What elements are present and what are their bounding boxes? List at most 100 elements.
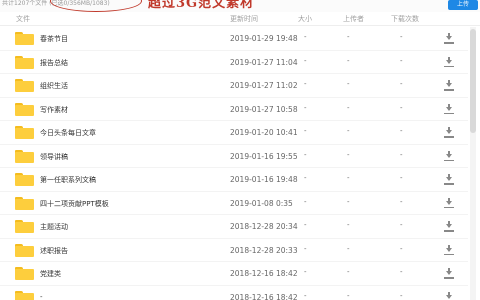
- file-time: 2018-12-28 20:33: [230, 245, 298, 255]
- file-uploader: -: [347, 268, 350, 276]
- table-row[interactable]: 写作素材 2019-01-27 10:58- - -: [0, 98, 468, 121]
- file-size: -: [304, 291, 307, 300]
- folder-icon: [15, 290, 34, 300]
- download-icon[interactable]: [444, 221, 454, 232]
- table-row[interactable]: 今日头条每日文章 2019-01-20 10:41- - -: [0, 121, 468, 145]
- file-downloads: -: [400, 33, 403, 41]
- file-size: -: [304, 268, 307, 276]
- column-header-uploader[interactable]: 上传者: [343, 14, 364, 24]
- table-row[interactable]: 第一任职系列文稿 2019-01-16 19:48- - -: [0, 168, 468, 192]
- scrollbar-thumb[interactable]: [470, 29, 476, 133]
- file-uploader: -: [347, 56, 350, 65]
- file-name[interactable]: 春茶节目: [40, 34, 68, 44]
- file-size: -: [304, 197, 307, 206]
- table-row[interactable]: 主题活动 2018-12-28 20:34- - -: [0, 215, 468, 239]
- folder-icon: [15, 196, 34, 210]
- file-downloads: -: [400, 127, 403, 135]
- file-downloads: -: [400, 56, 403, 65]
- table-row[interactable]: 四十二项贡献PPT模板 2019-01-08 0:35 - - -: [0, 192, 468, 215]
- column-header-downloads[interactable]: 下载次数: [391, 14, 419, 24]
- folder-icon: [15, 79, 34, 92]
- table-header: 文件 更新时间 大小 上传者 下载次数: [0, 12, 480, 26]
- file-name[interactable]: 党建类: [40, 269, 61, 279]
- download-icon[interactable]: [444, 127, 454, 138]
- file-downloads: -: [400, 150, 403, 159]
- download-icon[interactable]: [444, 197, 454, 209]
- folder-icon: [15, 243, 34, 257]
- file-uploader: -: [347, 221, 350, 229]
- table-row[interactable]: 组织生活 2019-01-27 11:02- - -: [0, 74, 468, 98]
- file-downloads: -: [400, 268, 403, 276]
- file-name[interactable]: -: [40, 293, 43, 300]
- file-uploader: -: [347, 291, 350, 300]
- table-row[interactable]: 党建类 2018-12-16 18:42- - -: [0, 262, 468, 286]
- file-uploader: -: [347, 33, 350, 41]
- column-header-file[interactable]: 文件: [16, 14, 30, 24]
- file-time: 2019-01-16 19:55: [230, 151, 298, 161]
- file-size: -: [304, 103, 307, 112]
- file-time: 2019-01-08 0:35: [230, 198, 293, 208]
- table-row[interactable]: 述职报告 2018-12-28 20:33- - -: [0, 239, 468, 262]
- file-uploader: -: [347, 127, 350, 135]
- download-icon[interactable]: [444, 291, 454, 300]
- folder-icon: [15, 173, 34, 186]
- table-row[interactable]: 报告总结 2019-01-27 11:04- - -: [0, 51, 468, 74]
- file-time: 2018-12-28 20:34: [230, 222, 298, 231]
- download-icon[interactable]: [444, 150, 454, 162]
- file-name[interactable]: 组织生活: [40, 81, 68, 91]
- file-name[interactable]: 主题活动: [40, 222, 68, 232]
- scrollbar[interactable]: [470, 27, 476, 300]
- download-icon[interactable]: [444, 268, 454, 279]
- file-size: -: [304, 80, 307, 88]
- file-uploader: -: [347, 103, 350, 112]
- file-time: 2019-01-27 11:04: [230, 57, 298, 67]
- download-icon[interactable]: [444, 244, 454, 256]
- file-uploader: -: [347, 244, 350, 253]
- file-time: 2019-01-27 11:02: [230, 81, 298, 90]
- file-size: -: [304, 174, 307, 182]
- column-header-size[interactable]: 大小: [298, 14, 312, 24]
- download-icon[interactable]: [444, 56, 454, 68]
- file-name[interactable]: 第一任职系列文稿: [40, 175, 96, 185]
- file-name[interactable]: 今日头条每日文章: [40, 128, 96, 138]
- folder-icon: [15, 267, 34, 280]
- folder-icon: [15, 149, 34, 163]
- file-size: -: [304, 150, 307, 159]
- folder-icon: [15, 126, 34, 139]
- table-row[interactable]: -2018-12-16 18:42- - -: [0, 286, 468, 300]
- file-downloads: -: [400, 221, 403, 229]
- file-time: 2019-01-27 10:58: [230, 104, 298, 114]
- file-name[interactable]: 报告总结: [40, 58, 68, 68]
- file-downloads: -: [400, 291, 403, 300]
- file-uploader: -: [347, 80, 350, 88]
- file-list: 春茶节目 2019-01-29 19:48 - - - 报告总结 2019-01-27 11…: [0, 27, 468, 300]
- file-size: -: [304, 244, 307, 253]
- column-header-time[interactable]: 更新时间: [230, 14, 258, 24]
- folder-icon: [15, 102, 34, 116]
- file-uploader: -: [347, 197, 350, 206]
- download-icon[interactable]: [444, 174, 454, 185]
- file-downloads: -: [400, 174, 403, 182]
- folder-icon: [15, 55, 34, 69]
- file-downloads: -: [400, 197, 403, 206]
- file-name[interactable]: 四十二项贡献PPT模板: [40, 199, 109, 209]
- file-time: 2018-12-16 18:42: [230, 269, 298, 278]
- folder-icon: [15, 220, 34, 233]
- file-name[interactable]: 领导讲稿: [40, 152, 68, 162]
- download-icon[interactable]: [444, 103, 454, 115]
- table-row[interactable]: 领导讲稿 2019-01-16 19:55- - -: [0, 145, 468, 168]
- table-row[interactable]: 春茶节目 2019-01-29 19:48- - -: [0, 27, 468, 51]
- file-downloads: -: [400, 103, 403, 112]
- file-name[interactable]: 述职报告: [40, 246, 68, 256]
- download-icon[interactable]: [444, 33, 454, 44]
- file-name[interactable]: 写作素材: [40, 105, 68, 115]
- download-icon[interactable]: [444, 80, 454, 91]
- promo-banner: 超过3G范文素材: [148, 0, 255, 11]
- file-size: -: [304, 33, 307, 41]
- file-uploader: -: [347, 174, 350, 182]
- file-size: -: [304, 127, 307, 135]
- file-time: 2019-01-29 19:48: [230, 34, 298, 43]
- file-downloads: -: [400, 244, 403, 253]
- file-uploader: -: [347, 150, 350, 159]
- upload-button[interactable]: 上传: [448, 0, 478, 10]
